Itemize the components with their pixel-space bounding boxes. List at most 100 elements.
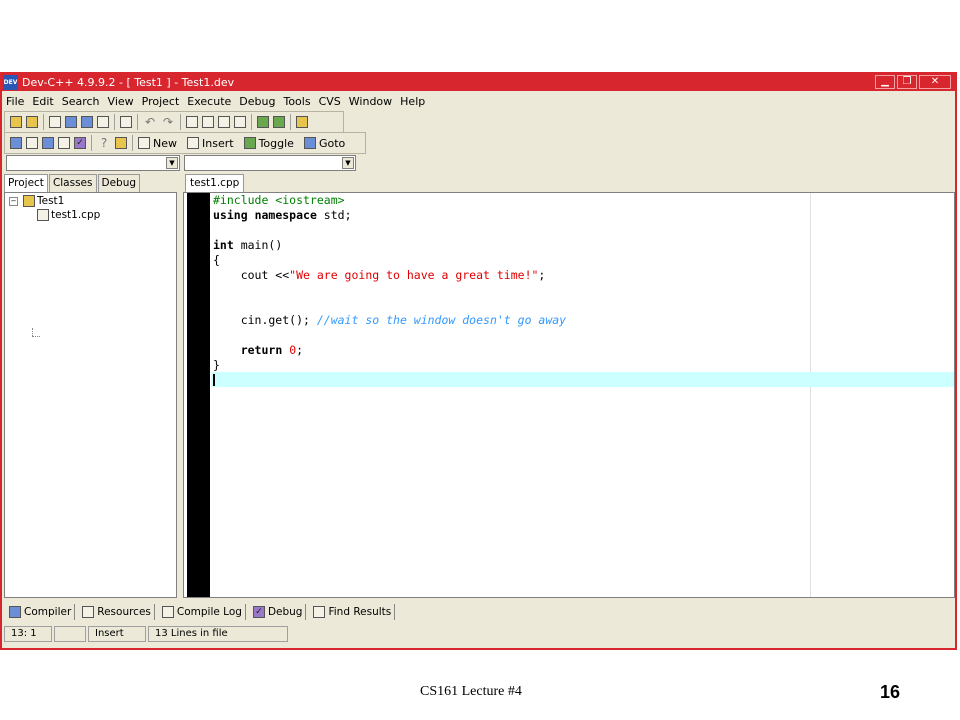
toolbar-separator: [91, 135, 92, 151]
print-icon[interactable]: [120, 116, 132, 128]
dev-cpp-app-icon[interactable]: DEV: [3, 75, 18, 90]
menu-view[interactable]: View: [104, 92, 138, 111]
compiler-icon: [9, 606, 21, 618]
status-blank: [54, 626, 86, 642]
goto-button[interactable]: Goto: [302, 137, 345, 150]
code-line[interactable]: ​: [213, 298, 566, 313]
tree-root-label: Test1: [37, 195, 65, 207]
run-icon[interactable]: [26, 137, 38, 149]
tab-project[interactable]: Project: [4, 174, 48, 192]
code-line[interactable]: return 0;: [213, 343, 566, 358]
chevron-down-icon[interactable]: ▼: [342, 157, 354, 169]
maximize-button[interactable]: ❐: [897, 75, 917, 89]
resources-icon: [82, 606, 95, 618]
new-file-icon[interactable]: [49, 116, 61, 128]
code-line[interactable]: }: [213, 358, 566, 373]
rebuild-all-icon[interactable]: [58, 137, 70, 149]
main-toolbar: ↶ ↷: [4, 111, 344, 133]
replace-icon[interactable]: [202, 116, 214, 128]
menu-tools[interactable]: Tools: [279, 92, 314, 111]
toolbar-separator: [137, 114, 138, 130]
menu-search[interactable]: Search: [58, 92, 104, 111]
menu-project[interactable]: Project: [138, 92, 184, 111]
find-icon[interactable]: [186, 116, 198, 128]
menu-cvs[interactable]: CVS: [315, 92, 345, 111]
member-dropdown[interactable]: ▼: [184, 155, 356, 171]
code-text[interactable]: #include <iostream>using namespace std;​…: [213, 193, 566, 388]
menu-help[interactable]: Help: [396, 92, 429, 111]
new-project-icon[interactable]: [10, 116, 22, 128]
code-line[interactable]: cin.get(); //wait so the window doesn't …: [213, 313, 566, 328]
insert-icon: [187, 137, 199, 149]
code-line[interactable]: ​: [213, 283, 566, 298]
add-to-project-icon[interactable]: [257, 116, 269, 128]
tree-file-label: test1.cpp: [51, 209, 101, 221]
tree-root-row[interactable]: − Test1: [9, 195, 64, 207]
project-options-icon[interactable]: [296, 116, 308, 128]
code-editor[interactable]: #include <iostream>using namespace std;​…: [183, 192, 955, 598]
bar-chart-icon: [161, 606, 174, 618]
tab-find-results[interactable]: Find Results: [308, 604, 396, 620]
code-line[interactable]: cout <<"We are going to have a great tim…: [213, 268, 566, 283]
find-next-icon[interactable]: [218, 116, 230, 128]
project-panel: − Test1 test1.cpp: [4, 192, 177, 598]
new-button[interactable]: New: [136, 137, 177, 150]
right-margin-line: [810, 193, 811, 597]
tab-debug[interactable]: Debug: [97, 174, 141, 192]
goto-line-icon[interactable]: [234, 116, 246, 128]
code-line[interactable]: ​: [213, 328, 566, 343]
tab-compile-log[interactable]: Compile Log: [157, 604, 246, 620]
toolbar-separator: [290, 114, 291, 130]
close-button[interactable]: ✕: [919, 75, 951, 89]
tab-find-results-label: Find Results: [328, 606, 392, 618]
help-icon[interactable]: ?: [97, 137, 111, 149]
code-line[interactable]: using namespace std;: [213, 208, 566, 223]
insert-button[interactable]: Insert: [185, 137, 234, 150]
about-icon[interactable]: [115, 137, 127, 149]
code-line[interactable]: int main(): [213, 238, 566, 253]
collapse-icon[interactable]: −: [9, 196, 18, 206]
find-icon: [313, 606, 326, 618]
close-file-icon[interactable]: [97, 116, 109, 128]
toggle-button[interactable]: Toggle: [242, 137, 294, 150]
compile-run-icon[interactable]: [42, 137, 54, 149]
chevron-down-icon[interactable]: ▼: [166, 157, 178, 169]
minimize-button[interactable]: ▁: [875, 75, 895, 89]
editor-tab[interactable]: test1.cpp: [185, 174, 245, 193]
toolbar-separator: [251, 114, 252, 130]
tab-resources[interactable]: Resources: [77, 604, 155, 620]
menu-debug[interactable]: Debug: [235, 92, 279, 111]
menu-execute[interactable]: Execute: [183, 92, 235, 111]
menu-bar: File Edit Search View Project Execute De…: [2, 92, 955, 111]
window-title: Dev-C++ 4.9.9.2 - [ Test1 ] - Test1.dev: [22, 76, 235, 89]
redo-icon[interactable]: ↷: [161, 116, 175, 128]
toolbar-separator: [180, 114, 181, 130]
insert-button-label: Insert: [202, 136, 234, 150]
remove-from-project-icon[interactable]: [273, 116, 285, 128]
secondary-toolbar: ✓ ? New Insert Toggle Goto: [4, 132, 366, 154]
tree-connector: [32, 328, 34, 336]
slide-page-number: 16: [880, 682, 901, 702]
menu-window[interactable]: Window: [345, 92, 396, 111]
status-mode: Insert: [88, 626, 146, 642]
tree-file-row[interactable]: test1.cpp: [35, 209, 100, 221]
debug-check-icon[interactable]: ✓: [74, 137, 86, 149]
menu-file[interactable]: File: [2, 92, 28, 111]
toolbar-separator: [132, 135, 133, 151]
open-project-icon[interactable]: [26, 116, 38, 128]
code-line[interactable]: ​: [213, 373, 566, 388]
save-all-icon[interactable]: [81, 116, 93, 128]
save-icon[interactable]: [65, 116, 77, 128]
editor-gutter: [187, 193, 210, 597]
tab-compiler[interactable]: Compiler: [4, 604, 76, 620]
code-line[interactable]: ​: [213, 223, 566, 238]
tab-debug-output[interactable]: ✓ Debug: [248, 604, 307, 620]
compile-icon[interactable]: [10, 137, 22, 149]
undo-icon[interactable]: ↶: [143, 116, 157, 128]
menu-edit[interactable]: Edit: [28, 92, 57, 111]
toggle-bookmark-icon: [243, 137, 256, 149]
class-dropdown[interactable]: ▼: [6, 155, 180, 171]
tab-classes[interactable]: Classes: [48, 174, 97, 192]
code-line[interactable]: #include <iostream>: [213, 193, 566, 208]
code-line[interactable]: {: [213, 253, 566, 268]
